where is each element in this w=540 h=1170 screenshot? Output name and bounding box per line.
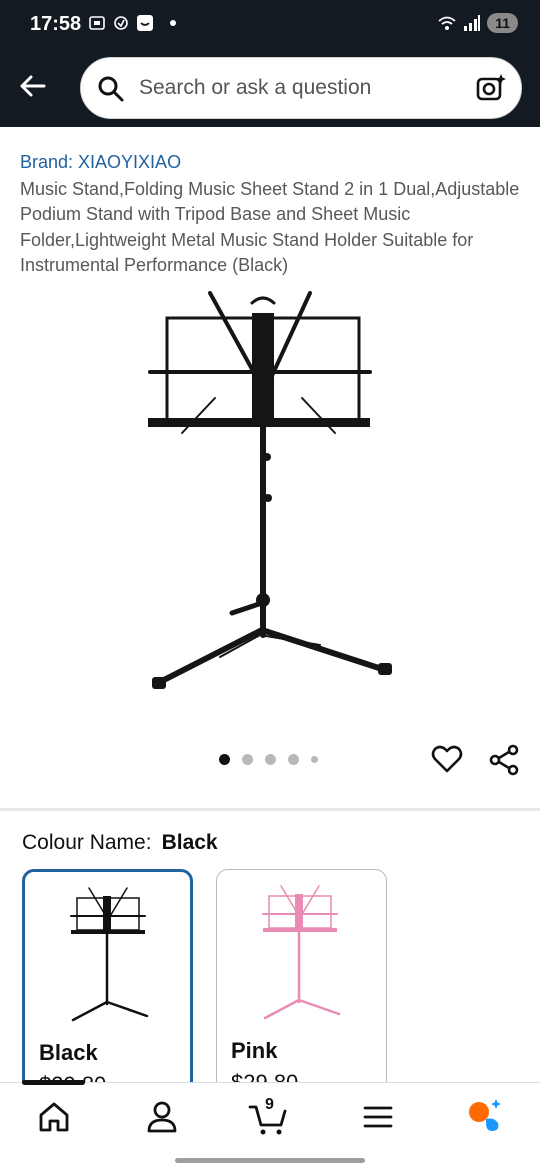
gesture-home-bar[interactable] xyxy=(175,1158,365,1163)
rufus-icon[interactable] xyxy=(466,1097,506,1137)
search-icon xyxy=(98,76,124,102)
screenshot-icon xyxy=(89,16,105,30)
status-bar: 17:58 11 xyxy=(0,0,540,50)
colour-option-black[interactable]: Black $29.80 xyxy=(22,869,193,1099)
more-notifications-dot xyxy=(170,20,176,26)
wishlist-heart-icon[interactable] xyxy=(430,742,464,776)
active-tab-indicator xyxy=(22,1080,85,1085)
pagination-dot[interactable] xyxy=(311,756,318,763)
pagination-dot[interactable] xyxy=(242,754,253,765)
product-title: Music Stand,Folding Music Sheet Stand 2 … xyxy=(20,179,520,275)
status-time: 17:58 xyxy=(30,13,82,35)
swatch-name: Pink xyxy=(231,1038,278,1063)
swatch-image-pink xyxy=(262,885,341,1020)
colour-label: Colour Name: xyxy=(22,831,152,854)
pagination-dot[interactable] xyxy=(219,754,230,765)
system-icons: 11 xyxy=(437,13,518,33)
pagination-dot[interactable] xyxy=(288,754,299,765)
battery-indicator: 11 xyxy=(487,13,518,33)
shopping-app-icon xyxy=(137,15,153,31)
notification-icons xyxy=(88,14,176,32)
account-icon[interactable] xyxy=(142,1097,182,1137)
wellbeing-icon xyxy=(114,16,128,30)
search-placeholder: Search or ask a question xyxy=(139,76,372,99)
wifi-icon xyxy=(438,16,456,30)
section-divider xyxy=(0,808,540,811)
home-icon[interactable] xyxy=(34,1097,74,1137)
back-arrow-icon[interactable] xyxy=(16,70,48,102)
swatch-name: Black xyxy=(39,1040,98,1065)
colour-option-pink[interactable]: Pink $29.80 xyxy=(216,869,387,1099)
pagination-dot[interactable] xyxy=(265,754,276,765)
swatch-image-black xyxy=(70,887,149,1022)
search-input[interactable]: Search or ask a question xyxy=(80,57,522,119)
cart-count-badge: 9 xyxy=(265,1096,274,1113)
menu-icon[interactable] xyxy=(358,1097,398,1137)
app-header: Search or ask a question xyxy=(0,50,540,127)
colour-selected-value: Black xyxy=(161,831,218,854)
colour-name-row: Colour Name: Black xyxy=(22,831,218,855)
brand-link[interactable]: Brand: XIAOYIXIAO xyxy=(20,152,181,173)
image-pagination[interactable] xyxy=(219,754,318,765)
signal-icon xyxy=(464,15,481,31)
product-image[interactable] xyxy=(120,285,420,705)
camera-search-icon[interactable] xyxy=(475,72,507,104)
share-icon[interactable] xyxy=(487,743,521,777)
